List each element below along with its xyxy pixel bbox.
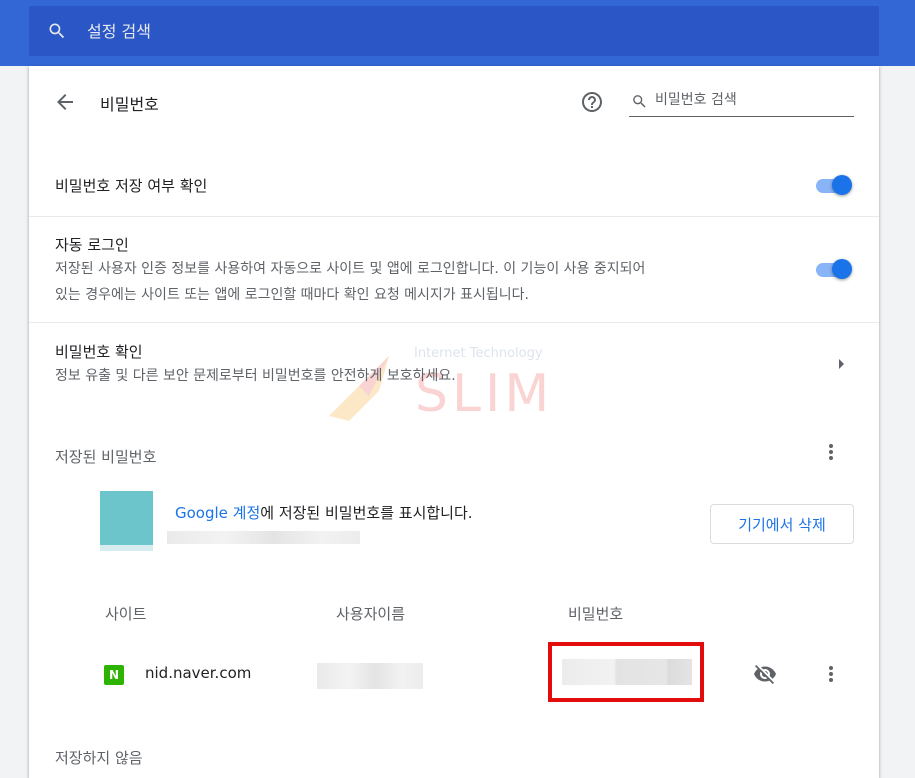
account-notice-text: 에 저장된 비밀번호를 표시합니다. (260, 504, 473, 522)
check-passwords-desc: 정보 유출 및 다른 보안 문제로부터 비밀번호를 안전하게 보호하세요. (55, 368, 456, 384)
account-avatar (100, 491, 153, 551)
toggle-knob (832, 259, 852, 279)
divider (29, 216, 879, 217)
visibility-off-icon[interactable] (752, 662, 778, 686)
search-icon (49, 23, 65, 39)
column-header-site: 사이트 (105, 605, 147, 623)
password-highlight-box (548, 642, 704, 702)
passwords-card: 비밀번호 비밀번호 저장 여부 확인 자동 로그인 저장된 사용자 인증 정보를… (29, 66, 879, 778)
saved-passwords-menu-icon[interactable] (819, 440, 843, 464)
check-passwords-label: 비밀번호 확인 (55, 343, 143, 361)
column-header-password: 비밀번호 (568, 605, 624, 623)
account-notice: Google 계정에 저장된 비밀번호를 표시합니다. (175, 502, 473, 523)
auto-signin-label: 자동 로그인 (55, 236, 129, 254)
saved-passwords-heading: 저장된 비밀번호 (55, 448, 157, 466)
chevron-right-icon (839, 359, 844, 369)
back-arrow-icon[interactable] (53, 90, 77, 114)
check-passwords-row[interactable]: 비밀번호 확인 정보 유출 및 다른 보안 문제로부터 비밀번호를 안전하게 보… (29, 323, 879, 395)
password-search-input[interactable] (655, 89, 850, 111)
offer-to-save-label: 비밀번호 저장 여부 확인 (55, 177, 208, 195)
never-saved-heading: 저장하지 않음 (55, 749, 143, 767)
auto-signin-desc-line2: 있는 경우에는 사이트 또는 앱에 로그인할 때마다 확인 요청 메시지가 표시… (55, 287, 529, 303)
settings-search-box[interactable] (29, 6, 879, 56)
naver-site-icon: N (104, 665, 124, 685)
page-title: 비밀번호 (100, 95, 159, 114)
blurred-email (167, 531, 360, 544)
help-icon[interactable] (580, 90, 604, 114)
password-row-menu-icon[interactable] (819, 662, 843, 686)
blurred-username (317, 663, 423, 689)
search-icon (633, 95, 646, 108)
settings-search-input[interactable] (87, 18, 787, 44)
offer-to-save-toggle[interactable] (814, 173, 854, 197)
auto-signin-desc-line1: 저장된 사용자 인증 정보를 사용하여 자동으로 사이트 및 앱에 로그인합니다… (55, 261, 646, 277)
password-row-site[interactable]: nid.naver.com (145, 664, 251, 682)
password-search[interactable] (629, 87, 854, 117)
delete-from-device-button[interactable]: 기기에서 삭제 (710, 504, 854, 544)
toggle-knob (832, 175, 852, 195)
google-account-link[interactable]: Google 계정 (175, 504, 260, 522)
column-header-username: 사용자이름 (336, 605, 406, 623)
auto-signin-toggle[interactable] (814, 257, 854, 281)
top-toolbar (0, 0, 915, 66)
